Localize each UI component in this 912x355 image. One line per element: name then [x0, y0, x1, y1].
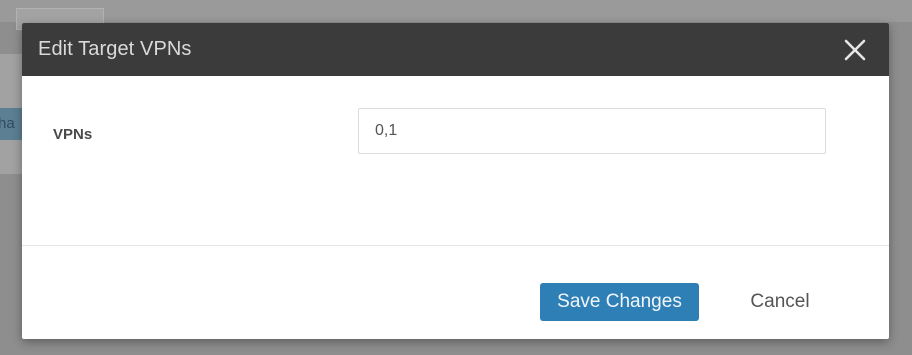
- vpns-label: VPNs: [53, 126, 93, 143]
- close-icon: [844, 39, 866, 60]
- edit-target-vpns-modal: Edit Target VPNs VPNs Save Changes Cance…: [22, 23, 889, 339]
- cancel-button[interactable]: Cancel: [734, 283, 826, 321]
- modal-title: Edit Target VPNs: [38, 38, 192, 60]
- vpns-input[interactable]: [358, 108, 826, 154]
- modal-footer: Save Changes Cancel: [22, 246, 889, 339]
- modal-header: Edit Target VPNs: [22, 23, 889, 76]
- modal-body: VPNs: [22, 76, 889, 246]
- background-tab: ha: [0, 108, 22, 140]
- close-button[interactable]: [843, 38, 867, 62]
- save-changes-button[interactable]: Save Changes: [540, 283, 699, 321]
- background-toolbar: [0, 0, 912, 22]
